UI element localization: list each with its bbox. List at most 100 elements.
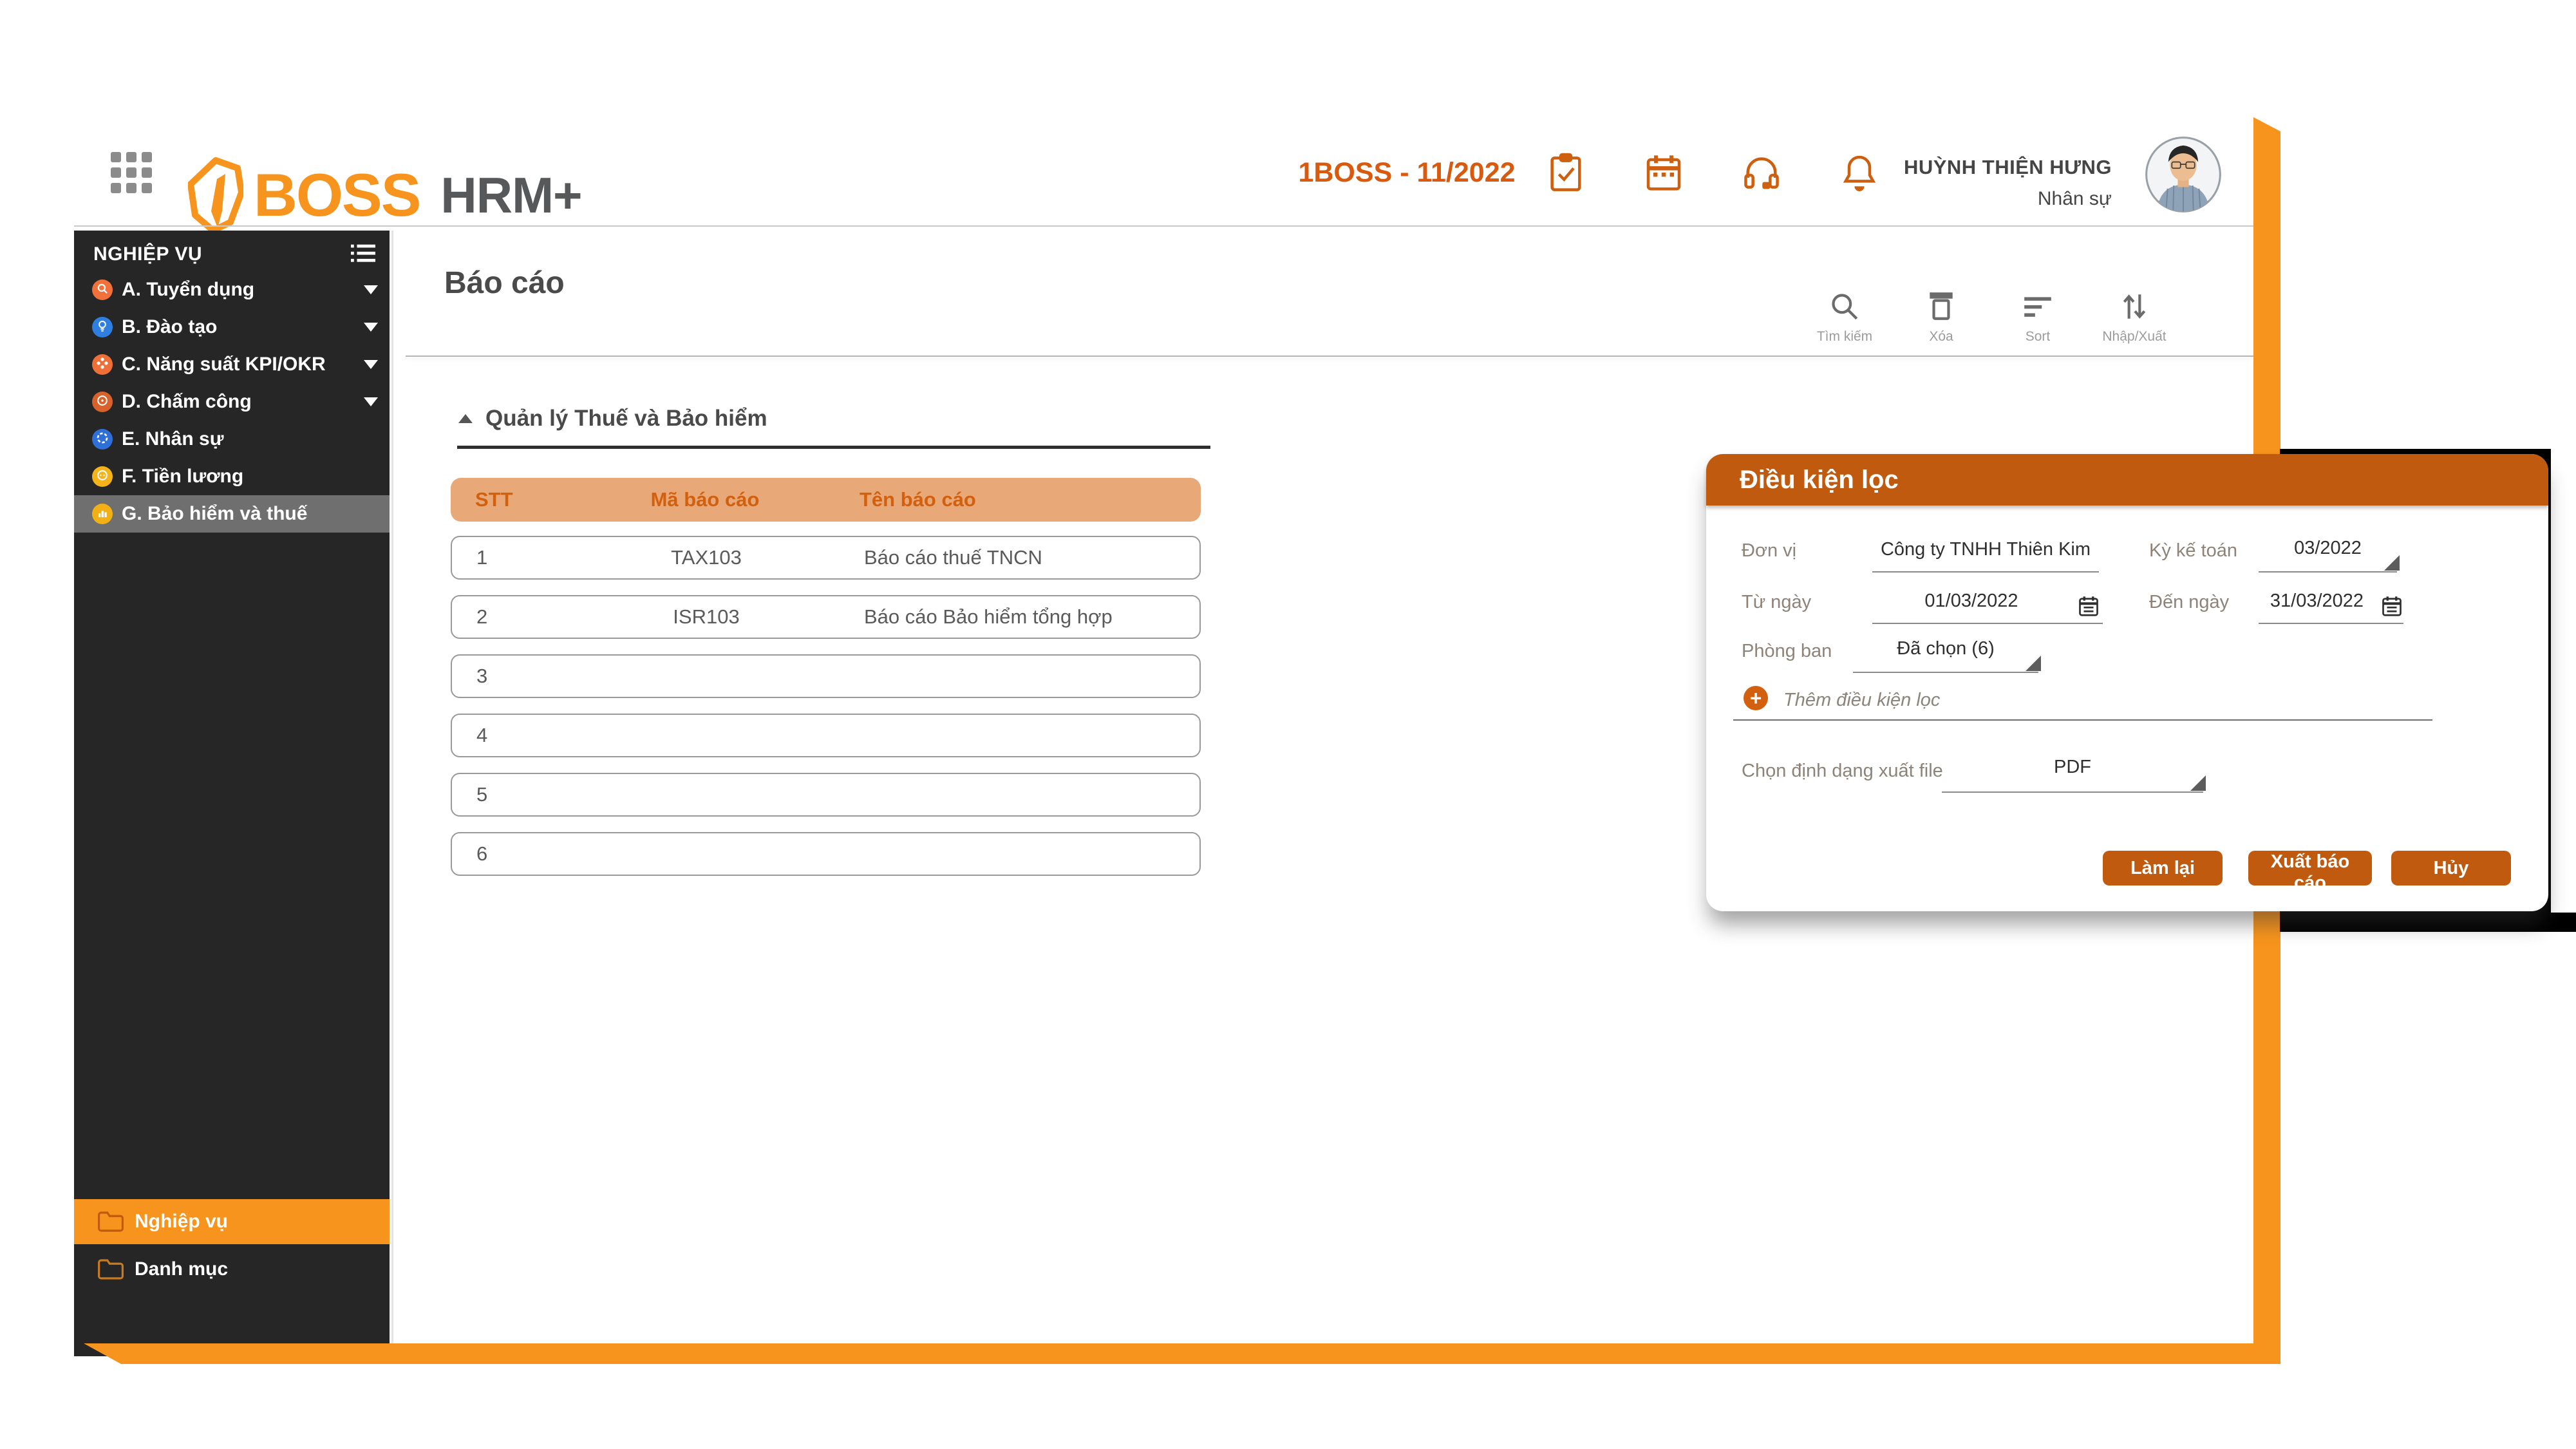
sidebar-menu: A. Tuyển dụng B. Đào tạo C. Năng suất KP… — [74, 271, 390, 533]
cell-stt: 5 — [476, 774, 487, 815]
add-filter-button[interactable]: + — [1744, 686, 1768, 710]
value-phong-ban: Đã chọn (6) — [1897, 638, 1995, 659]
dropdown-corner-icon — [2384, 555, 2400, 571]
sidebar-item[interactable]: A. Tuyển dụng — [74, 271, 390, 308]
sort-icon — [2022, 287, 2054, 323]
user-block[interactable]: HUỲNH THIỆN HƯNG Nhân sự — [1867, 156, 2112, 210]
cell-stt: 3 — [476, 656, 487, 697]
chevron-down-icon[interactable] — [364, 360, 378, 369]
folder-icon — [97, 1210, 124, 1233]
select-ky-ke-toan[interactable]: 03/2022 — [2259, 538, 2397, 573]
toolbar-label: Nhập/Xuất — [2102, 329, 2166, 345]
dialog-divider — [1733, 719, 2432, 721]
sidebar-item[interactable]: E. Nhân sự — [74, 421, 390, 458]
table-row[interactable]: 2 ISR103 Báo cáo Bảo hiểm tổng hợp — [451, 595, 1201, 639]
export-report-button[interactable]: Xuất báo cáo — [2248, 851, 2372, 886]
sidebar-footer-item[interactable]: Nghiệp vụ — [74, 1199, 390, 1244]
dropdown-corner-icon — [2026, 656, 2041, 671]
table-row[interactable]: 4 — [451, 714, 1201, 757]
brand-logo: BOSS HRM+ — [188, 153, 582, 237]
page-title: Báo cáo — [444, 265, 565, 301]
sidebar-item[interactable]: D. Chấm công — [74, 383, 390, 421]
select-export-format[interactable]: PDF — [1942, 757, 2203, 793]
column-header-stt: STT — [475, 478, 513, 522]
toolbar-label: Tìm kiếm — [1817, 329, 1872, 345]
sidebar-item[interactable]: C. Năng suất KPI/OKR — [74, 346, 390, 383]
section-title: Quản lý Thuế và Bảo hiểm — [485, 406, 767, 431]
sidebar-divider — [391, 231, 393, 1356]
cancel-button[interactable]: Hủy — [2391, 851, 2511, 886]
sidebar-item-label: G. Bảo hiểm và thuế — [122, 503, 307, 525]
input-don-vi[interactable]: Công ty TNHH Thiên Kim — [1872, 539, 2099, 573]
column-header-ten: Tên báo cáo — [860, 478, 976, 522]
accent-band-horizontal — [84, 1343, 2280, 1364]
sidebar-item-label: E. Nhân sự — [122, 428, 223, 450]
input-den-ngay[interactable]: 31/03/2022 — [2259, 591, 2403, 624]
calendar-icon[interactable] — [1643, 152, 1684, 193]
sidebar-item[interactable]: G. Bảo hiểm và thuế — [74, 495, 390, 533]
cell-ma-bao-cao: ISR103 — [568, 596, 845, 638]
table-row[interactable]: 5 — [451, 773, 1201, 817]
reset-button[interactable]: Làm lại — [2103, 851, 2223, 886]
chevron-down-icon[interactable] — [364, 323, 378, 332]
toolbar: Tìm kiếm Xóa Sort Nhập/Xuất — [1796, 287, 2183, 345]
column-header-ma: Mã báo cáo — [567, 478, 843, 522]
list-menu-icon[interactable] — [351, 243, 375, 264]
sidebar-item-label: F. Tiền lương — [122, 466, 243, 488]
cluster-icon — [95, 356, 109, 374]
filter-dialog: Điều kiện lọc Đơn vị Công ty TNHH Thiên … — [1706, 454, 2548, 911]
chevron-down-icon[interactable] — [364, 397, 378, 406]
user-role: Nhân sự — [1867, 188, 2112, 210]
report-table: 1 TAX103 Báo cáo thuế TNCN 2 ISR103 Báo … — [451, 536, 1201, 891]
select-phong-ban[interactable]: Đã chọn (6) — [1853, 638, 2038, 673]
sidebar-item[interactable]: B. Đào tạo — [74, 308, 390, 346]
value-den-ngay: 31/03/2022 — [2270, 591, 2364, 611]
tasks-icon[interactable] — [1545, 152, 1586, 193]
calendar-picker-icon[interactable] — [2380, 594, 2403, 618]
chevron-down-icon[interactable] — [364, 285, 378, 294]
coin-icon — [95, 468, 109, 486]
menu-item-icon — [92, 466, 113, 487]
sidebar-item[interactable]: F. Tiền lương — [74, 458, 390, 495]
app-grid-icon[interactable] — [111, 152, 152, 193]
cell-stt: 6 — [476, 833, 487, 875]
label-export-format: Chọn định dạng xuất file — [1742, 761, 1943, 782]
section-underline — [457, 446, 1210, 449]
user-name: HUỲNH THIỆN HƯNG — [1867, 156, 2112, 179]
updown-icon — [2118, 287, 2150, 323]
trash-icon — [1925, 287, 1957, 323]
cell-stt: 1 — [476, 537, 487, 578]
dialog-header: Điều kiện lọc — [1706, 454, 2548, 506]
folder-icon — [97, 1258, 124, 1281]
menu-item-icon — [92, 354, 113, 375]
search-icon — [1829, 287, 1861, 323]
sidebar-footer-label: Nghiệp vụ — [135, 1211, 228, 1233]
toolbar-button[interactable]: Xóa — [1893, 287, 1989, 345]
toolbar-label: Sort — [2026, 329, 2051, 345]
sidebar: NGHIỆP VỤ A. Tuyển dụng B. Đào tạo C. Nă… — [74, 231, 390, 1356]
header-divider — [74, 225, 2253, 227]
calendar-picker-icon[interactable] — [2077, 594, 2100, 618]
avatar[interactable] — [2144, 135, 2223, 214]
sidebar-title: NGHIỆP VỤ — [93, 243, 202, 265]
content-divider — [406, 355, 2253, 357]
cell-ten-bao-cao: Báo cáo thuế TNCN — [864, 537, 1042, 578]
toolbar-button[interactable]: Tìm kiếm — [1796, 287, 1893, 345]
table-row[interactable]: 3 — [451, 654, 1201, 698]
collapse-icon[interactable] — [458, 414, 473, 423]
toolbar-button[interactable]: Sort — [1989, 287, 2086, 345]
table-row[interactable]: 6 — [451, 832, 1201, 876]
add-filter-label[interactable]: Thêm điều kiện lọc — [1783, 690, 1940, 711]
label-ky-ke-toan: Kỳ kế toán — [2149, 540, 2237, 562]
value-tu-ngay: 01/03/2022 — [1924, 591, 2018, 611]
toolbar-button[interactable]: Nhập/Xuất — [2086, 287, 2183, 345]
label-den-ngay: Đến ngày — [2149, 592, 2229, 613]
headset-icon[interactable] — [1741, 152, 1782, 193]
cell-stt: 4 — [476, 715, 487, 756]
table-row[interactable]: 1 TAX103 Báo cáo thuế TNCN — [451, 536, 1201, 580]
logo-nib-icon — [188, 156, 243, 234]
menu-item-icon — [92, 504, 113, 524]
menu-item-icon — [92, 392, 113, 412]
input-tu-ngay[interactable]: 01/03/2022 — [1872, 591, 2103, 624]
sidebar-footer-item[interactable]: Danh mục — [74, 1249, 390, 1289]
